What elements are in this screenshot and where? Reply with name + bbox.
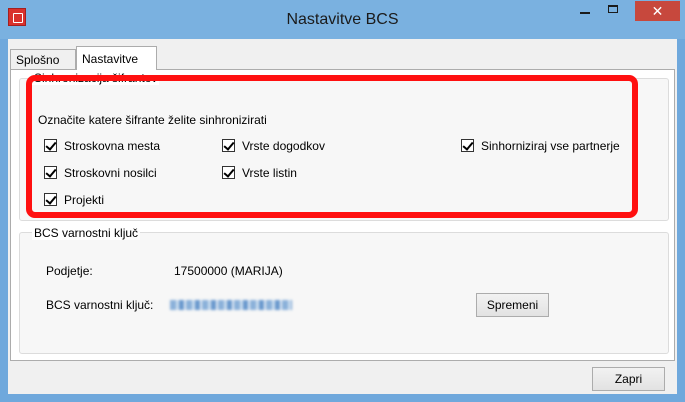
tab-splosno[interactable]: Splošno [10, 49, 76, 69]
tab-nastavitve[interactable]: Nastavitve [76, 46, 157, 70]
highlight-annotation [26, 75, 638, 218]
close-button[interactable]: ✕ [635, 1, 680, 21]
title-bar[interactable]: Nastavitve BCS ✕ [0, 0, 685, 39]
maximize-button[interactable] [600, 1, 626, 21]
tab-label: Splošno [16, 53, 60, 67]
close-icon: ✕ [651, 3, 664, 19]
security-key-label: BCS varnostni ključ: [46, 298, 154, 312]
company-label: Podjetje: [46, 264, 93, 278]
company-value: 17500000 (MARIJA) [174, 264, 283, 278]
security-key-groupbox [19, 232, 669, 354]
security-key-value-redacted [170, 300, 292, 310]
window: Nastavitve BCS ✕ Splošno Nastavitve Sinh… [0, 0, 685, 402]
security-key-group-title: BCS varnostni ključ [32, 226, 141, 240]
change-key-button[interactable]: Spremeni [476, 293, 549, 317]
close-dialog-button[interactable]: Zapri [592, 367, 665, 391]
tab-label: Nastavitve [82, 52, 139, 66]
minimize-button[interactable] [572, 1, 598, 21]
